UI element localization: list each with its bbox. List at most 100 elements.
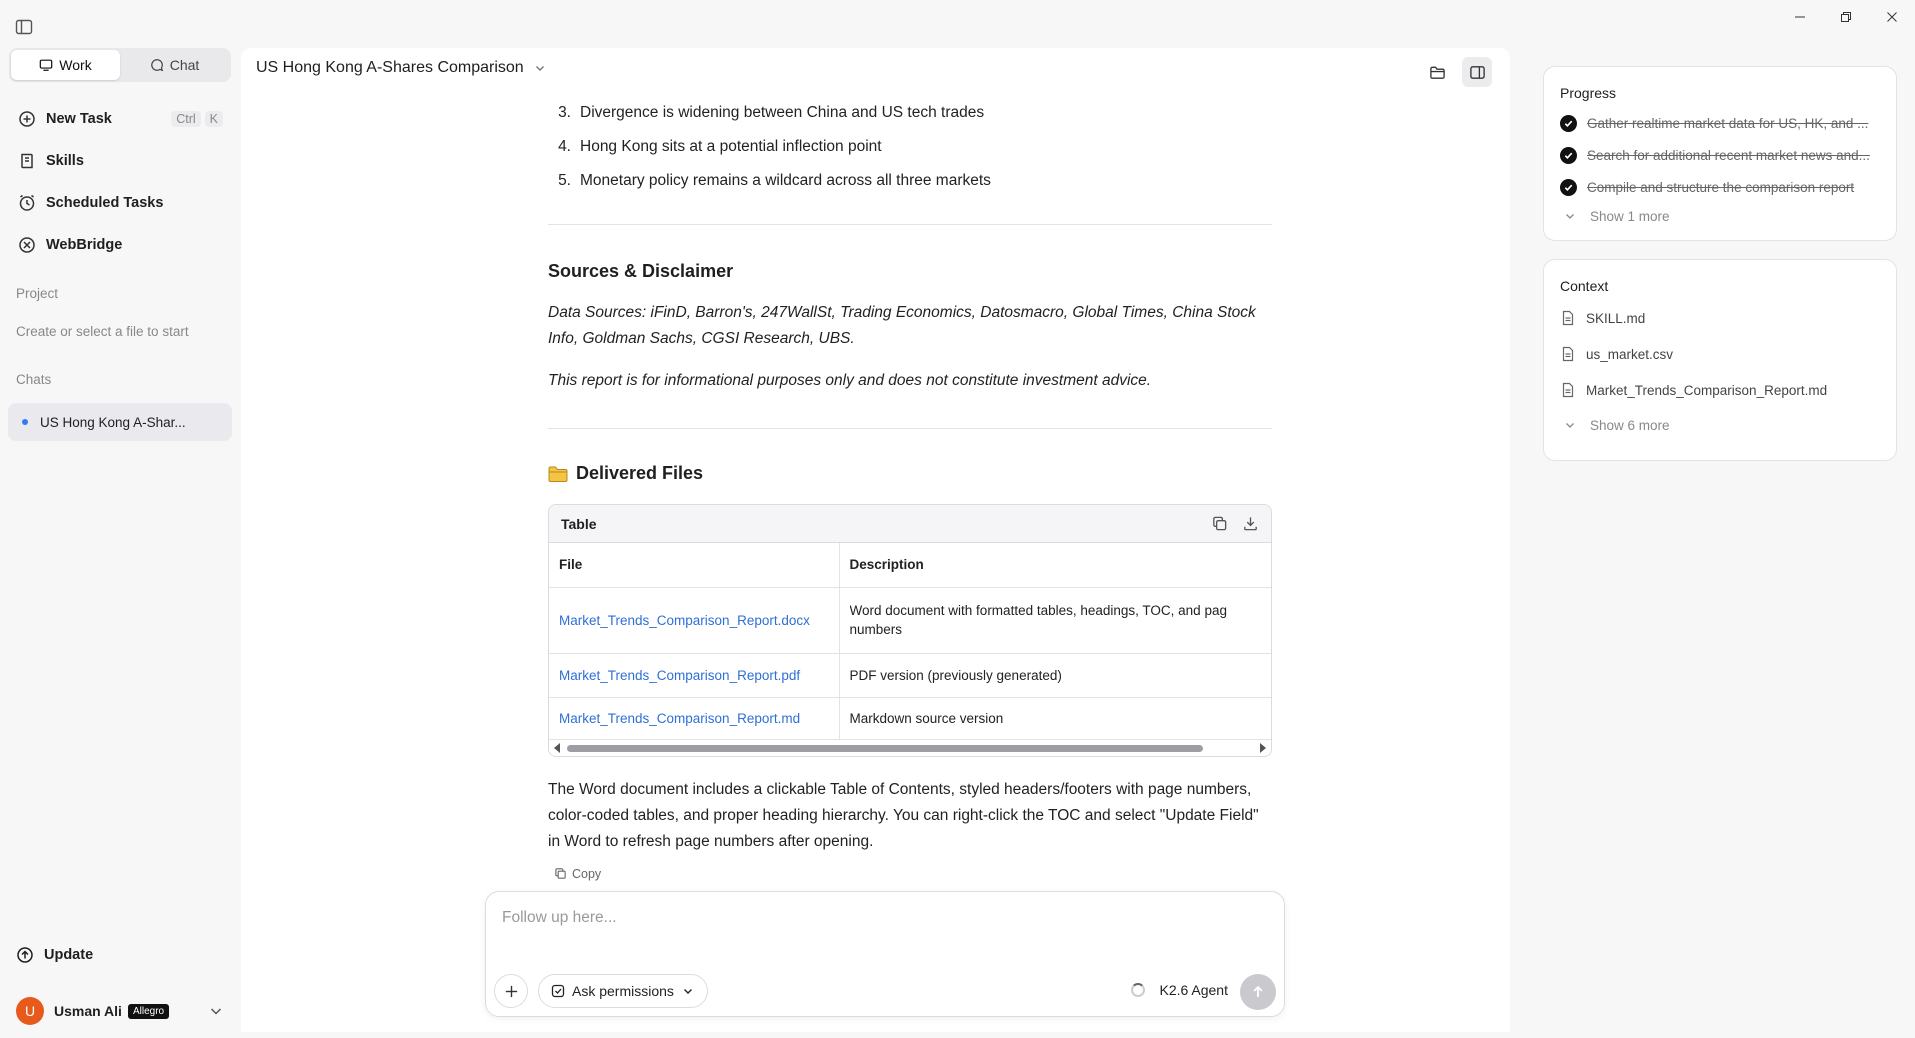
show-more-tasks[interactable]: Show 1 more [1560,203,1880,229]
update-button[interactable]: Update [16,946,93,964]
close-icon[interactable] [1869,4,1915,30]
list-text: Hong Kong sits at a potential inflection… [580,138,882,155]
table-row: Market_Trends_Comparison_Report.md Markd… [549,697,1271,740]
nav-scheduled-tasks[interactable]: Scheduled Tasks [9,182,231,224]
nav-webbridge[interactable]: WebBridge [9,224,231,266]
side-panel-icon [1469,65,1485,79]
project-section-label: Project [16,286,59,301]
chevron-down-icon [1566,214,1574,219]
message-content: 3. Divergence is widening between China a… [548,96,1272,881]
horizontal-scrollbar[interactable] [549,739,1271,756]
chat-item-label: US Hong Kong A-Shar... [40,414,186,430]
loading-spinner-icon [1131,983,1146,997]
copy-label: Copy [572,866,602,881]
context-file-name: SKILL.md [1586,310,1646,326]
scrollbar-thumb[interactable] [567,744,1203,752]
cell-text: Word document with formatted tables, hea… [849,603,1227,618]
nav-new-task-label: New Task [46,111,112,127]
copy-icon [555,868,566,879]
table-cell: Markdown source version [838,697,1271,740]
divider [548,224,1272,225]
show-more-label: Show 1 more [1590,208,1670,224]
context-title: Context [1560,278,1609,294]
follow-up-input[interactable] [502,904,1262,932]
context-file[interactable]: us_market.csv [1560,336,1880,372]
sidebar-toggle-icon[interactable] [14,17,34,37]
task-text: Search for additional recent market news… [1587,147,1870,163]
download-icon[interactable] [1242,515,1259,532]
context-file[interactable]: Market_Trends_Comparison_Report.md [1560,372,1880,408]
chevron-down-icon [1566,423,1574,428]
progress-task: Compile and structure the comparison rep… [1560,171,1880,203]
nav-skills[interactable]: Skills [9,140,231,182]
table-cell: Word document with formatted tables, hea… [838,587,1271,654]
chevron-down-icon[interactable] [208,1003,224,1019]
restore-icon[interactable] [1823,4,1869,30]
attach-button[interactable] [494,974,528,1008]
user-name: Usman Ali [54,1003,122,1019]
copy-icon[interactable] [1211,515,1228,532]
plan-badge: Allegro [127,1003,170,1019]
scroll-right-icon[interactable] [1260,742,1266,753]
top-tools [1422,57,1492,87]
context-file-name: us_market.csv [1586,346,1674,362]
progress-panel: Progress Gather realtime market data for… [1543,66,1897,241]
context-file-name: Market_Trends_Comparison_Report.md [1586,382,1828,398]
show-more-label: Show 6 more [1590,417,1670,433]
user-profile[interactable]: U Usman Ali Allegro [16,996,224,1026]
column-header-description: Description [838,543,1271,588]
show-more-context[interactable]: Show 6 more [1560,408,1880,442]
list-text: Divergence is widening between China and… [580,104,985,121]
project-hint: Create or select a file to start [16,324,189,339]
delivered-heading-row: Delivered Files [548,463,1272,484]
data-table: File Description Market_Trends_Compariso… [549,543,1271,740]
update-label: Update [44,947,94,963]
panel-toggle-button[interactable] [1462,57,1492,87]
check-circle-icon [1560,178,1577,196]
ask-permissions-dropdown[interactable]: Ask permissions [538,974,708,1008]
sources-heading: Sources & Disclaimer [548,261,734,281]
progress-task: Search for additional recent market news… [1560,139,1880,171]
task-text: Gather realtime market data for US, HK, … [1587,115,1869,131]
copy-button[interactable]: Copy [554,867,1272,881]
nav-skills-label: Skills [46,153,84,169]
main-panel: US Hong Kong A-Shares Comparison 3. Diver… [241,48,1510,1032]
task-text: Compile and structure the comparison rep… [1587,179,1855,195]
plus-icon [505,985,517,997]
nav-new-task[interactable]: New Task Ctrl K [9,98,231,140]
chat-item[interactable]: US Hong Kong A-Shar... [8,403,232,441]
findings-list: 3. Divergence is widening between China a… [548,96,1272,198]
list-number: 5. [558,172,571,189]
table-row: Market_Trends_Comparison_Report.pdf PDF … [549,653,1271,698]
progress-task: Gather realtime market data for US, HK, … [1560,107,1880,139]
conversation-title[interactable]: US Hong Kong A-Shares Comparison [256,59,546,77]
check-circle-icon [1560,114,1577,132]
agent-selector[interactable]: K2.6 Agent [1131,982,1228,998]
sources-text: Data Sources: iFinD, Barron's, 247WallSt… [548,304,1256,347]
file-icon [1562,310,1574,326]
send-button[interactable] [1240,974,1276,1010]
list-item: 4. Hong Kong sits at a potential inflecti… [548,130,1272,164]
minimize-icon[interactable] [1777,4,1823,30]
shortcut-key-ctrl: Ctrl [171,111,201,127]
mode-chat-button[interactable]: Chat [120,50,229,80]
mode-work-button[interactable]: Work [11,50,120,80]
disclaimer-text: This report is for informational purpose… [548,372,1152,389]
cell-text: numbers [849,622,903,637]
folder-button[interactable] [1422,57,1452,87]
mode-work-label: Work [59,57,92,73]
chats-section-label: Chats [16,372,52,387]
scroll-left-icon[interactable] [554,742,560,753]
monitor-icon [39,59,53,71]
file-link[interactable]: Market_Trends_Comparison_Report.pdf [549,653,839,698]
composer: Ask permissions K2.6 Agent [485,891,1285,1017]
folder-icon [548,466,568,482]
nav-scheduled-tasks-label: Scheduled Tasks [46,195,164,211]
table-cell: PDF version (previously generated) [838,653,1271,698]
page-title: US Hong Kong A-Shares Comparison [256,59,524,76]
list-item: 3. Divergence is widening between China a… [548,96,1272,130]
file-link[interactable]: Market_Trends_Comparison_Report.docx [549,587,839,654]
context-file[interactable]: SKILL.md [1560,300,1880,336]
clock-icon [19,194,35,211]
file-link[interactable]: Market_Trends_Comparison_Report.md [549,697,839,740]
